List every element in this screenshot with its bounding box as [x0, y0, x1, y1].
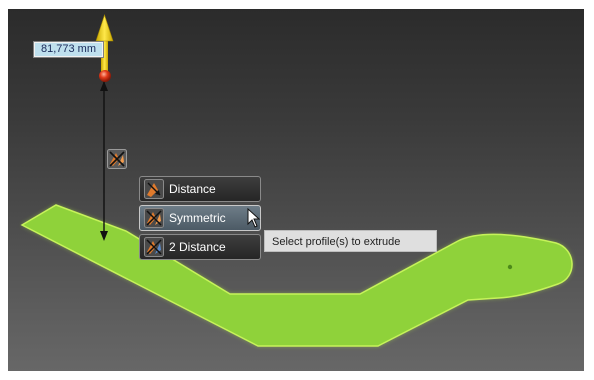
- profile-center-point: [507, 264, 513, 270]
- menu-item-distance[interactable]: Distance: [139, 176, 261, 202]
- menu-item-label: 2 Distance: [169, 240, 226, 254]
- drag-handle[interactable]: [99, 70, 111, 82]
- extrude-two-distance-icon: [144, 237, 164, 257]
- 3d-viewport[interactable]: 81,773 mm Distance Symmetric 2 Distance …: [8, 9, 584, 371]
- tooltip: Select profile(s) to extrude: [264, 230, 437, 252]
- extrude-distance-icon: [144, 179, 164, 199]
- scene-canvas[interactable]: [8, 9, 584, 371]
- extrude-symmetric-icon: [144, 208, 164, 228]
- menu-item-label: Distance: [169, 182, 216, 196]
- extrude-type-menu: Distance Symmetric 2 Distance: [139, 176, 261, 263]
- dimension-input[interactable]: 81,773 mm: [33, 41, 104, 58]
- mouse-cursor-icon: [247, 208, 261, 228]
- menu-item-symmetric[interactable]: Symmetric: [139, 205, 261, 231]
- menu-item-2-distance[interactable]: 2 Distance: [139, 234, 261, 260]
- dimension-value[interactable]: 81,773 mm: [35, 43, 102, 56]
- menu-item-label: Symmetric: [169, 211, 226, 225]
- extrude-options-icon[interactable]: [107, 149, 127, 169]
